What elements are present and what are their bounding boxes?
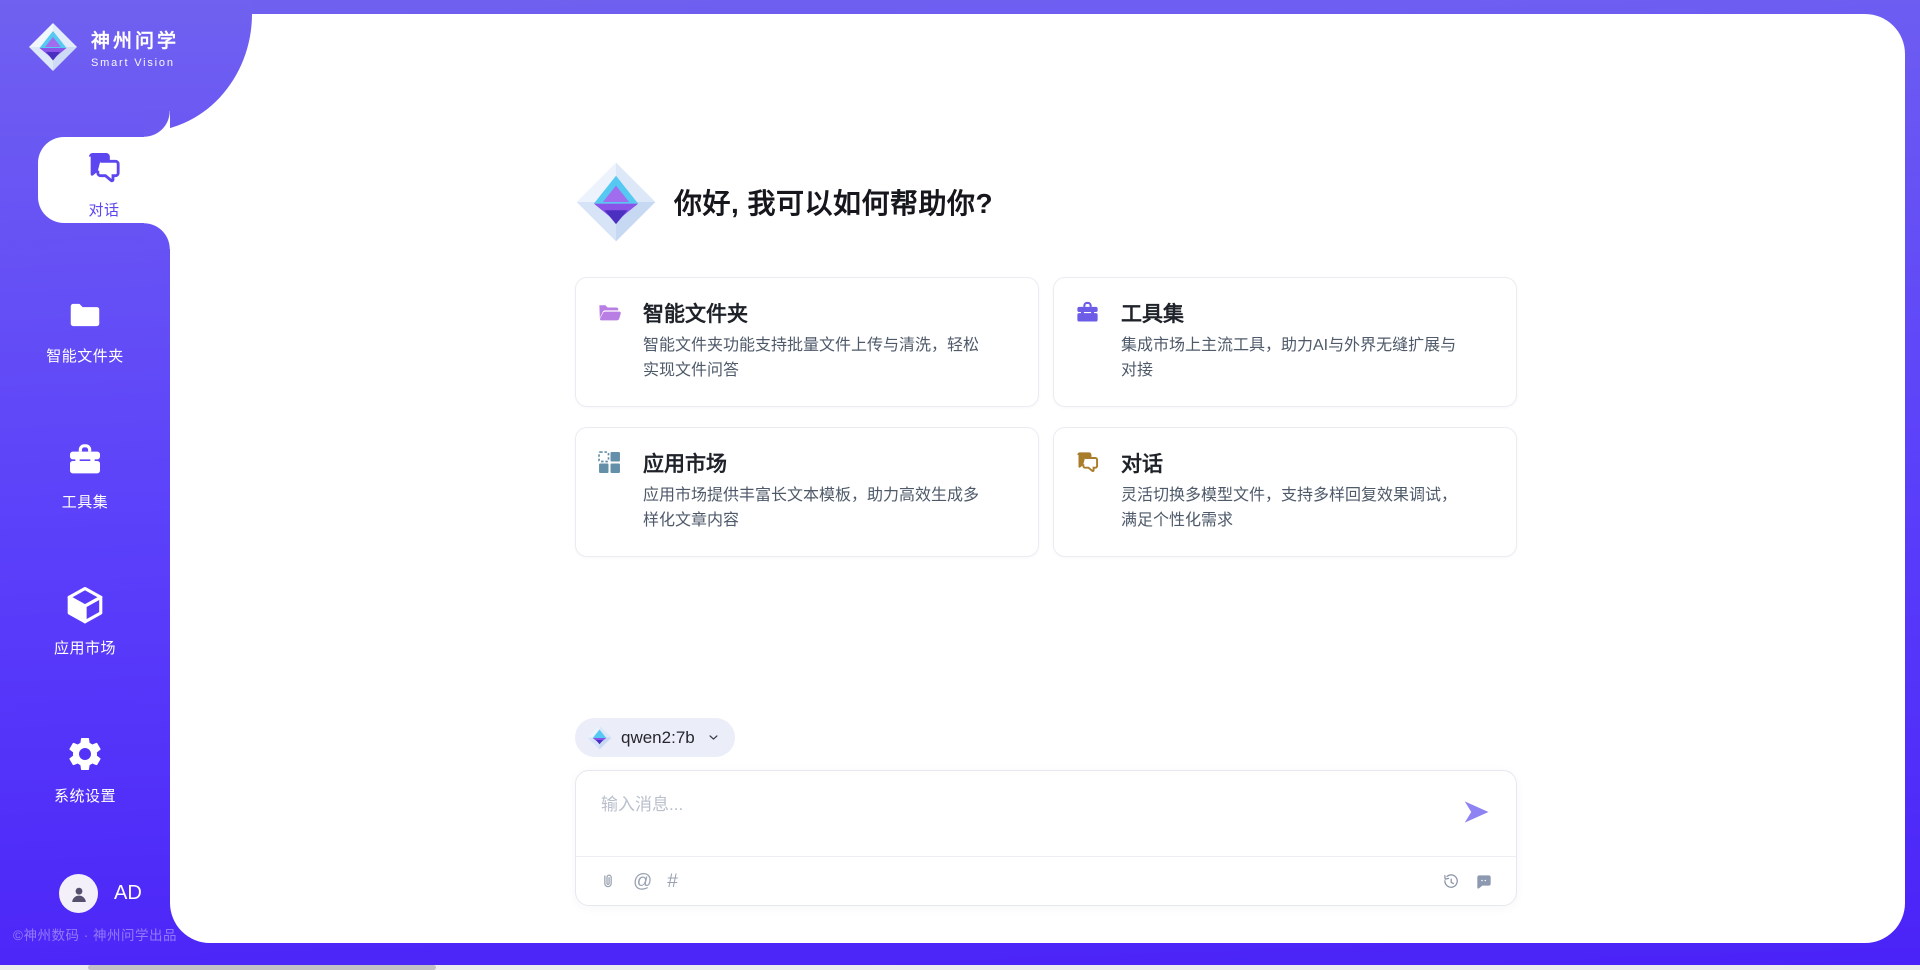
sidebar-item-chat[interactable]: 对话 [38, 148, 170, 220]
card-chat[interactable]: 对话 灵活切换多模型文件，支持多样回复效果调试，满足个性化需求 [1053, 427, 1517, 557]
chat-icon [1074, 449, 1101, 476]
app-grid-icon [596, 449, 623, 476]
person-icon [67, 882, 91, 906]
folder-icon [66, 296, 104, 334]
card-title: 智能文件夹 [643, 298, 748, 328]
content-layer: 你好, 我可以如何帮助你? 智能文件夹 智能文件夹功能支持批量文件上传与清洗，轻… [170, 14, 1905, 943]
message-input[interactable] [576, 771, 1436, 851]
brand-diamond-logo-icon [28, 22, 78, 72]
user-initials: AD [114, 882, 142, 905]
card-title: 对话 [1121, 448, 1163, 478]
card-app-market[interactable]: 应用市场 应用市场提供丰富长文本模板，助力高效生成多样化文章内容 [575, 427, 1039, 557]
folder-open-icon [596, 299, 623, 326]
card-description: 灵活切换多模型文件，支持多样回复效果调试，满足个性化需求 [1121, 483, 1467, 533]
tab-fillet-top [144, 111, 170, 137]
card-title: 工具集 [1121, 298, 1184, 328]
card-title: 应用市场 [643, 448, 727, 478]
at-icon: @ [633, 872, 652, 891]
topic-button[interactable]: # [667, 872, 678, 891]
sidebar-item-settings[interactable]: 系统设置 [0, 734, 170, 806]
cube-icon [64, 584, 106, 626]
greeting-row: 你好, 我可以如何帮助你? [575, 159, 993, 245]
history-icon [1441, 872, 1461, 892]
scrollbar-thumb[interactable] [88, 965, 436, 970]
composer-toolbar: @ # [576, 857, 1516, 906]
toolbox-icon [65, 440, 105, 480]
avatar [59, 874, 98, 913]
model-selector[interactable]: qwen2:7b [575, 718, 735, 757]
chat-bubble-icon [1474, 872, 1494, 892]
card-description: 集成市场上主流工具，助力AI与外界无缝扩展与对接 [1121, 333, 1467, 383]
sidebar-item-label: 系统设置 [54, 785, 116, 806]
model-name: qwen2:7b [621, 728, 695, 748]
card-description: 智能文件夹功能支持批量文件上传与清洗，轻松实现文件问答 [643, 333, 989, 383]
mention-button[interactable]: @ [633, 872, 652, 891]
greeting-text: 你好, 我可以如何帮助你? [674, 182, 993, 222]
card-toolset[interactable]: 工具集 集成市场上主流工具，助力AI与外界无缝扩展与对接 [1053, 277, 1517, 407]
history-button[interactable] [1441, 872, 1461, 892]
sidebar-item-app-market[interactable]: 应用市场 [0, 584, 170, 658]
message-composer: @ # [575, 770, 1517, 906]
feature-cards: 智能文件夹 智能文件夹功能支持批量文件上传与清洗，轻松实现文件问答 工具集 [575, 277, 1517, 557]
card-smart-folder[interactable]: 智能文件夹 智能文件夹功能支持批量文件上传与清洗，轻松实现文件问答 [575, 277, 1039, 407]
sidebar-item-label: 工具集 [62, 491, 109, 512]
brand-name: 神州问学 [91, 26, 179, 53]
card-description: 应用市场提供丰富长文本模板，助力高效生成多样化文章内容 [643, 483, 989, 533]
send-button[interactable] [1461, 797, 1491, 827]
brand-subtitle: Smart Vision [91, 57, 179, 69]
feedback-button[interactable] [1474, 872, 1494, 892]
sidebar-item-toolset[interactable]: 工具集 [0, 440, 170, 512]
sidebar-item-smart-folder[interactable]: 智能文件夹 [0, 296, 170, 366]
sidebar-item-label: 应用市场 [54, 637, 116, 658]
paperclip-icon [598, 872, 618, 892]
horizontal-scrollbar [0, 965, 1920, 970]
chat-icon [84, 148, 124, 188]
greeting-diamond-logo-icon [575, 159, 657, 245]
toolbox-icon [1074, 299, 1101, 326]
tab-fillet-bottom [144, 223, 170, 249]
sidebar-item-label: 智能文件夹 [46, 345, 124, 366]
send-icon [1461, 797, 1491, 827]
sidebar-footer-copyright: ©神州数码 · 神州问学出品 [13, 924, 177, 944]
hash-icon: # [667, 872, 678, 891]
chevron-down-icon [706, 730, 721, 745]
user-profile[interactable]: AD [59, 874, 142, 913]
sidebar-item-label: 对话 [88, 199, 119, 220]
app-root: 神州问学 Smart Vision 对话 智能文件夹 [0, 0, 1920, 970]
model-diamond-logo-icon [587, 725, 612, 750]
gear-icon [65, 734, 105, 774]
attach-button[interactable] [598, 872, 618, 892]
